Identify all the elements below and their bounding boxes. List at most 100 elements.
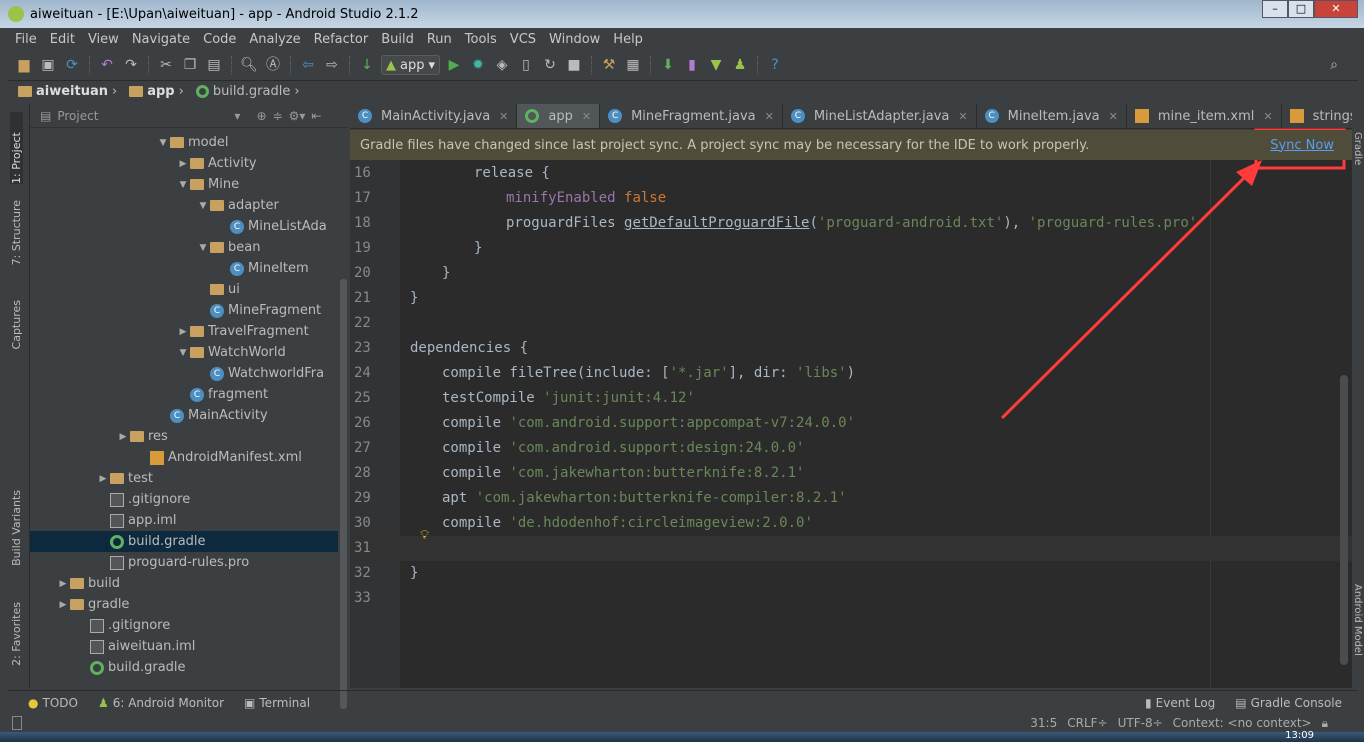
menu-help[interactable]: Help bbox=[606, 32, 649, 47]
tree-item[interactable]: .gitignore bbox=[30, 615, 338, 636]
code-line[interactable]: 22 bbox=[350, 311, 1352, 336]
apply-changes-icon[interactable]: ↻ bbox=[540, 56, 560, 74]
copy-icon[interactable]: ❐ bbox=[180, 56, 200, 74]
tree-item[interactable]: ▼ Mine bbox=[30, 174, 338, 195]
project-scrollbar[interactable] bbox=[340, 279, 347, 709]
run-configuration-select[interactable]: ▲ app ▾ bbox=[381, 55, 441, 75]
code-line[interactable]: 23 dependencies { bbox=[350, 336, 1352, 361]
settings-icon[interactable]: ⚒ bbox=[599, 56, 619, 74]
redo-icon[interactable]: ↷ bbox=[121, 56, 141, 74]
file-encoding[interactable]: UTF-8÷ bbox=[1118, 716, 1163, 730]
structure-tool-tab[interactable]: 7: Structure bbox=[10, 200, 23, 265]
close-tab-icon[interactable]: ✕ bbox=[499, 110, 508, 123]
search-everywhere-icon[interactable]: ⌕ bbox=[1324, 56, 1344, 74]
tree-item[interactable]: ▶ test bbox=[30, 468, 338, 489]
close-tab-icon[interactable]: ✕ bbox=[958, 110, 967, 123]
tree-item[interactable]: C MineFragment bbox=[30, 300, 338, 321]
collapsed-arrow-icon[interactable]: ▶ bbox=[176, 159, 190, 169]
tree-item[interactable]: .gitignore bbox=[30, 489, 338, 510]
menu-edit[interactable]: Edit bbox=[43, 32, 81, 47]
gradle-console-tab[interactable]: ▤ Gradle Console bbox=[1235, 696, 1342, 710]
sync-now-link[interactable]: Sync Now bbox=[1270, 138, 1334, 153]
project-view-select[interactable]: Project bbox=[57, 109, 98, 123]
tree-item[interactable]: AndroidManifest.xml bbox=[30, 447, 338, 468]
editor-tab[interactable]: mine_item.xml ✕ bbox=[1127, 104, 1282, 128]
tree-item[interactable]: ▶ build bbox=[30, 573, 338, 594]
forward-icon[interactable]: ⇨ bbox=[322, 56, 342, 74]
tree-item[interactable]: Cfragment bbox=[30, 384, 338, 405]
code-line[interactable]: 21} bbox=[350, 286, 1352, 311]
collapse-all-icon[interactable]: ≑ bbox=[273, 109, 283, 123]
coverage-icon[interactable]: ◈ bbox=[492, 56, 512, 74]
code-line[interactable]: 30 compile 'de.hdodenhof:circleimageview:… bbox=[350, 511, 1352, 536]
tool-windows-toggle-icon[interactable] bbox=[12, 716, 22, 730]
code-line[interactable]: 16 release { bbox=[350, 161, 1352, 186]
menu-file[interactable]: File bbox=[8, 32, 43, 47]
paste-icon[interactable]: ▤ bbox=[204, 56, 224, 74]
line-separator[interactable]: CRLF÷ bbox=[1067, 716, 1107, 730]
tree-item[interactable]: C MineItem bbox=[30, 258, 338, 279]
stop-icon[interactable]: ■ bbox=[564, 56, 584, 74]
tree-item[interactable]: ▼ bean bbox=[30, 237, 338, 258]
open-folder-icon[interactable]: ▆ bbox=[14, 56, 34, 74]
caret-position[interactable]: 31:5 bbox=[1030, 716, 1057, 730]
gear-icon[interactable]: ⚙▾ bbox=[289, 109, 306, 123]
menu-analyze[interactable]: Analyze bbox=[242, 32, 306, 47]
attach-debugger-icon[interactable]: ▯ bbox=[516, 56, 536, 74]
terminal-tab[interactable]: ▣ Terminal bbox=[244, 696, 310, 710]
back-icon[interactable]: ⇦ bbox=[298, 56, 318, 74]
tree-item[interactable]: C WatchworldFra bbox=[30, 363, 338, 384]
tree-item[interactable]: build.gradle bbox=[30, 531, 338, 552]
help-icon[interactable]: ? bbox=[765, 56, 785, 74]
gradle-sync-icon[interactable]: ⬇ bbox=[658, 56, 678, 74]
debug-icon[interactable]: ✹ bbox=[468, 56, 488, 74]
editor-tab[interactable]: C MineFragment.java ✕ bbox=[600, 104, 783, 128]
code-line[interactable]: 31 bbox=[350, 536, 1352, 561]
code-line[interactable]: 29 apt 'com.jakewharton:butterknife-compi… bbox=[350, 486, 1352, 511]
code-line[interactable]: 27 compile 'com.android.support:design:24… bbox=[350, 436, 1352, 461]
build-variants-tool-tab[interactable]: Build Variants bbox=[10, 490, 23, 566]
event-log-tab[interactable]: ▮ Event Log bbox=[1145, 696, 1215, 710]
android-model-tool-tab[interactable]: Android Model bbox=[1352, 584, 1363, 656]
project-structure-icon[interactable]: ▦ bbox=[623, 56, 643, 74]
expanded-arrow-icon[interactable]: ▼ bbox=[156, 138, 170, 148]
expanded-arrow-icon[interactable]: ▼ bbox=[196, 201, 210, 211]
undo-icon[interactable]: ↶ bbox=[97, 56, 117, 74]
tree-item[interactable]: ▼ WatchWorld bbox=[30, 342, 338, 363]
context-indicator[interactable]: Context: <no context> bbox=[1173, 716, 1312, 730]
menu-code[interactable]: Code bbox=[196, 32, 242, 47]
tree-item[interactable]: ▶ res bbox=[30, 426, 338, 447]
tree-item[interactable]: ▼ adapter bbox=[30, 195, 338, 216]
menu-navigate[interactable]: Navigate bbox=[125, 32, 196, 47]
tree-item[interactable]: C MainActivity bbox=[30, 405, 338, 426]
tree-item[interactable]: ui bbox=[30, 279, 338, 300]
code-line[interactable]: 32} bbox=[350, 561, 1352, 586]
code-line[interactable]: 17 minifyEnabled false bbox=[350, 186, 1352, 211]
avd-manager-icon[interactable]: ▮ bbox=[682, 56, 702, 74]
code-line[interactable]: 33 bbox=[350, 586, 1352, 611]
code-line[interactable]: 18 proguardFiles getDefaultProguardFile('… bbox=[350, 211, 1352, 236]
code-editor[interactable]: 15buildTypes {16release {17minifyEnabled… bbox=[350, 130, 1352, 688]
editor-scrollbar[interactable] bbox=[1340, 375, 1348, 665]
breadcrumb-module[interactable]: app › bbox=[129, 84, 184, 99]
close-tab-icon[interactable]: ✕ bbox=[1109, 110, 1118, 123]
run-icon[interactable]: ▶ bbox=[444, 56, 464, 74]
code-line[interactable]: 26 compile 'com.android.support:appcompat… bbox=[350, 411, 1352, 436]
cut-icon[interactable]: ✂ bbox=[156, 56, 176, 74]
breadcrumb-file[interactable]: build.gradle › bbox=[195, 84, 300, 99]
collapsed-arrow-icon[interactable]: ▶ bbox=[116, 432, 130, 442]
captures-tool-tab[interactable]: Captures bbox=[10, 300, 23, 349]
close-tab-icon[interactable]: ✕ bbox=[1263, 110, 1272, 123]
code-line[interactable]: 25 testCompile 'junit:junit:4.12' bbox=[350, 386, 1352, 411]
close-button[interactable]: ✕ bbox=[1314, 0, 1358, 18]
android-monitor-tab[interactable]: ♟ 6: Android Monitor bbox=[98, 696, 224, 710]
editor-tab[interactable]: C MineItem.java ✕ bbox=[977, 104, 1127, 128]
tree-item[interactable]: C MineListAda bbox=[30, 216, 338, 237]
code-line[interactable]: 20} bbox=[350, 261, 1352, 286]
editor-tab[interactable]: C MainActivity.java ✕ bbox=[350, 104, 518, 128]
tree-item[interactable]: ▶ gradle bbox=[30, 594, 338, 615]
project-tool-tab[interactable]: 1: Project bbox=[10, 112, 23, 184]
collapsed-arrow-icon[interactable]: ▶ bbox=[56, 579, 70, 589]
minimize-button[interactable]: – bbox=[1262, 0, 1288, 18]
sync-icon[interactable]: ⟳ bbox=[62, 56, 82, 74]
